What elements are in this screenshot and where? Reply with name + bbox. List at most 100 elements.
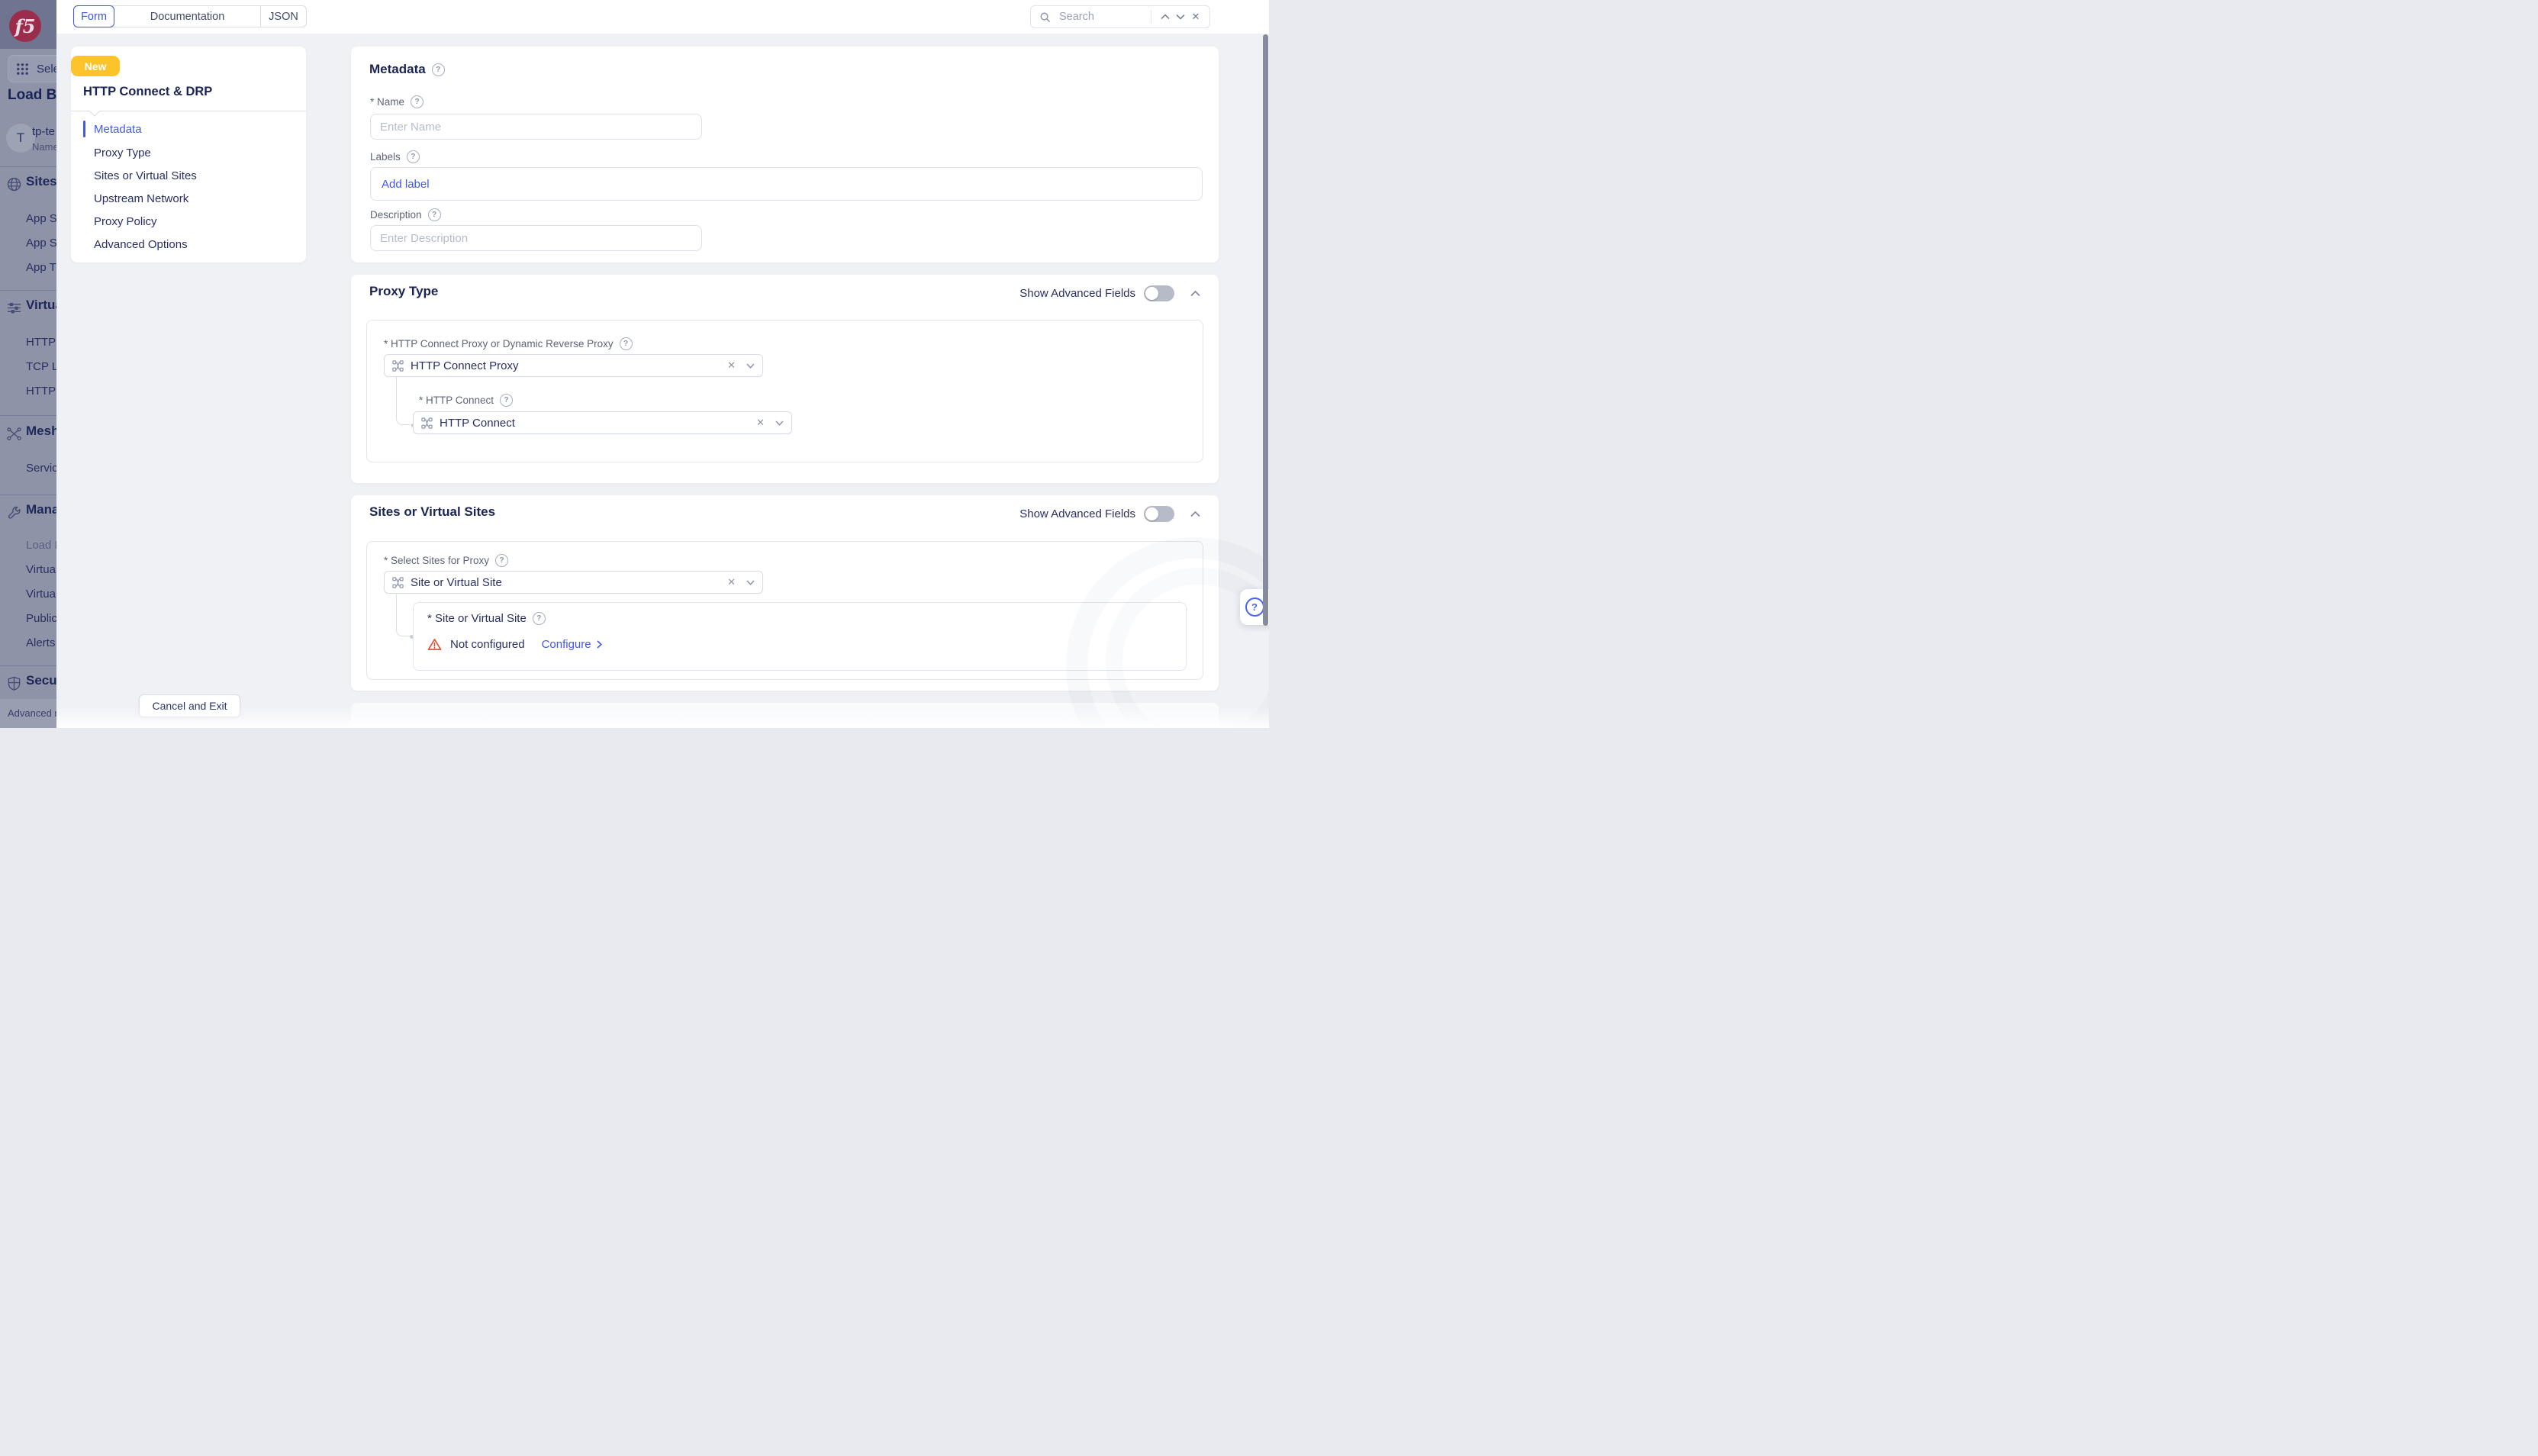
question-mark-icon (1245, 598, 1264, 617)
collapse-section-icon[interactable] (1188, 507, 1202, 521)
help-icon[interactable] (407, 150, 420, 163)
workspace-subtitle: Name (32, 141, 56, 153)
collapse-section-icon[interactable] (1188, 287, 1202, 301)
advanced-nav-toggle[interactable]: Advanced n (0, 699, 56, 728)
clear-icon[interactable] (756, 417, 765, 429)
select-sites-label: * Select Sites for Proxy (384, 555, 489, 566)
oneof-group-box: * Select Sites for Proxy Site or Virtual… (366, 541, 1203, 680)
workspace-avatar[interactable]: T (6, 124, 35, 153)
show-advanced-toggle[interactable] (1144, 285, 1174, 301)
form-step-proxy-type[interactable]: Proxy Type (94, 143, 151, 162)
help-icon[interactable] (500, 394, 513, 407)
divider (0, 290, 56, 291)
service-select-button[interactable]: Selec (8, 55, 56, 82)
description-input[interactable] (370, 225, 702, 251)
form-nav-card: New HTTP Connect & DRP Metadata Proxy Ty… (71, 47, 306, 263)
help-icon[interactable] (428, 208, 441, 221)
tab-documentation[interactable]: Documentation (114, 6, 261, 27)
scrollbar-thumb[interactable] (1263, 34, 1268, 626)
divider (0, 166, 56, 167)
sidebar-item[interactable]: App S (26, 212, 56, 225)
sidebar-item[interactable]: HTTP (26, 385, 56, 398)
clear-icon[interactable] (727, 576, 736, 588)
http-connect-select[interactable]: HTTP Connect (413, 411, 792, 434)
chevron-right-icon (597, 640, 602, 649)
sites-section-card: Sites or Virtual Sites Show Advanced Fie… (351, 495, 1219, 691)
sidebar-group-security[interactable]: Secur (26, 673, 56, 688)
site-config-box: * Site or Virtual Site Not configured Co… (413, 602, 1187, 671)
sidebar-item[interactable]: Public (26, 612, 56, 625)
sidebar-item[interactable]: App S (26, 237, 56, 250)
tab-form[interactable]: Form (73, 5, 114, 27)
f5-logo[interactable]: f5 (9, 10, 41, 42)
shield-icon (6, 675, 23, 692)
close-search-icon[interactable] (1188, 9, 1203, 24)
form-step-advanced-options[interactable]: Advanced Options (94, 235, 188, 253)
chevron-down-icon[interactable] (746, 363, 755, 369)
sidebar-item[interactable]: Virtua (26, 588, 56, 601)
show-advanced-toggle[interactable] (1144, 506, 1174, 522)
sidebar-item[interactable]: Servic (26, 462, 56, 475)
selected-value: HTTP Connect Proxy (411, 359, 727, 372)
grid-icon (15, 62, 30, 76)
search-input[interactable] (1058, 10, 1145, 24)
cancel-and-exit-button[interactable]: Cancel and Exit (139, 694, 240, 717)
labels-label: Labels (370, 151, 401, 163)
sliders-icon (6, 300, 23, 317)
section-title: Proxy Type (369, 284, 438, 299)
form-step-sites[interactable]: Sites or Virtual Sites (94, 166, 197, 185)
nesting-connector (396, 377, 414, 425)
help-icon[interactable] (432, 63, 445, 76)
tab-json[interactable]: JSON (261, 6, 306, 27)
sidebar-item[interactable]: App T (26, 261, 56, 274)
sidebar-group-manage[interactable]: Mana (26, 502, 56, 517)
divider-notch (89, 111, 100, 117)
sidebar-item[interactable]: Virtua (26, 563, 56, 576)
proxy-kind-label: * HTTP Connect Proxy or Dynamic Reverse … (384, 338, 614, 350)
find-next-icon[interactable] (1173, 9, 1188, 24)
site-or-virtual-site-label: * Site or Virtual Site (427, 612, 527, 625)
divider (0, 665, 56, 666)
sidebar-group-mesh[interactable]: Mesh (26, 424, 56, 439)
clear-icon[interactable] (727, 359, 736, 372)
site-kind-select[interactable]: Site or Virtual Site (384, 571, 763, 594)
description-label: Description (370, 209, 422, 221)
show-advanced-label: Show Advanced Fields (1019, 507, 1135, 520)
status-text: Not configured (450, 638, 525, 651)
name-input[interactable] (370, 114, 702, 140)
help-icon[interactable] (411, 95, 424, 108)
section-title: Sites or Virtual Sites (369, 504, 495, 520)
help-icon[interactable] (533, 612, 546, 625)
show-advanced-label: Show Advanced Fields (1019, 287, 1135, 300)
sidebar-title: Load Ba (8, 87, 56, 104)
help-icon[interactable] (495, 554, 508, 567)
view-tabs: Form Documentation JSON (73, 5, 307, 27)
active-step-indicator (83, 121, 85, 137)
sidebar-group-virtual-hosts[interactable]: Virtua (26, 298, 56, 313)
chevron-down-icon[interactable] (746, 580, 755, 585)
sidebar-item[interactable]: HTTP (26, 336, 56, 349)
form-step-upstream-network[interactable]: Upstream Network (94, 189, 188, 208)
configure-button[interactable]: Configure (542, 638, 602, 651)
workspace-name: tp-te (32, 125, 55, 138)
form-panel: New HTTP Connect & DRP Metadata Proxy Ty… (56, 34, 1269, 728)
divider (0, 494, 56, 495)
find-previous-icon[interactable] (1158, 9, 1173, 24)
sidebar-item[interactable]: TCP L (26, 360, 56, 373)
proxy-kind-select[interactable]: HTTP Connect Proxy (384, 354, 763, 377)
toggle-knob (1145, 507, 1158, 520)
oneof-group-box: * HTTP Connect Proxy or Dynamic Reverse … (366, 320, 1203, 462)
help-icon[interactable] (620, 337, 633, 350)
sidebar-header: f5 (0, 0, 56, 49)
chevron-down-icon[interactable] (775, 420, 784, 426)
form-step-metadata[interactable]: Metadata (94, 120, 142, 138)
section-title: Metadata (369, 62, 426, 77)
sidebar-group-sites[interactable]: Sites (26, 174, 56, 189)
form-step-proxy-policy[interactable]: Proxy Policy (94, 212, 157, 230)
sidebar: f5 Selec Load Ba T tp-te Name Sites App … (0, 0, 56, 728)
add-label-link[interactable]: Add label (382, 178, 430, 191)
find-search-box (1030, 5, 1210, 28)
sidebar-item[interactable]: Load B (26, 539, 56, 552)
proxy-type-section-card: Proxy Type Show Advanced Fields * HTTP C… (351, 275, 1219, 483)
sidebar-item[interactable]: Alerts (26, 636, 55, 649)
